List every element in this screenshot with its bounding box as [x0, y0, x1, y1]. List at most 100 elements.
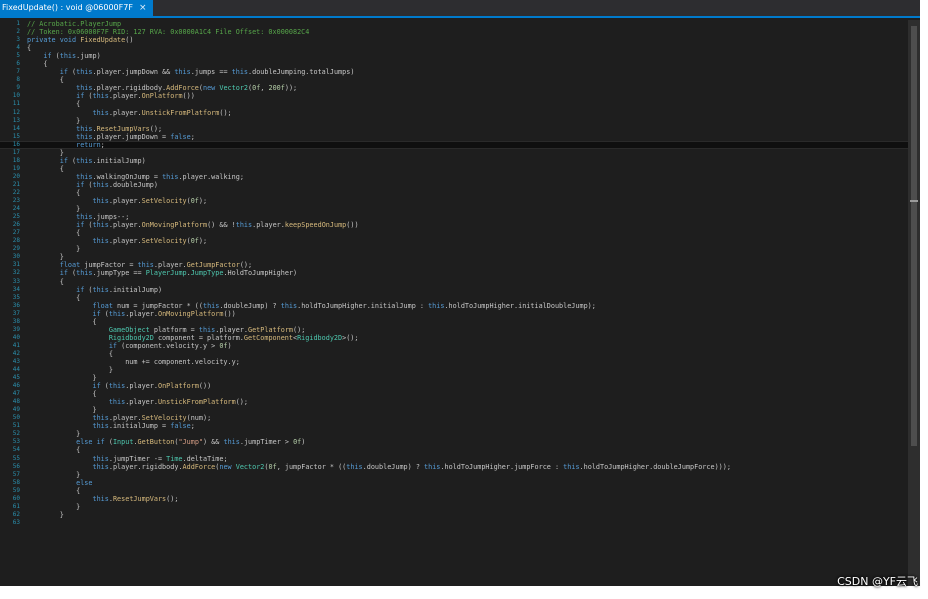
line-number: 19: [12, 164, 20, 172]
line-number: 2: [16, 28, 20, 36]
tab-fixedupdate[interactable]: FixedUpdate() : void @06000F7F ×: [0, 0, 153, 16]
line-number: 53: [12, 438, 20, 446]
code-line: 36 float num = jumpFactor * ((this.doubl…: [0, 302, 908, 310]
code-line: 14 this.ResetJumpVars();: [0, 125, 908, 133]
line-number: 40: [12, 333, 20, 341]
line-number: 29: [12, 245, 20, 253]
line-number: 13: [12, 116, 20, 124]
code-line: 26 if (this.player.OnMovingPlatform() &&…: [0, 221, 908, 229]
code-text: {: [27, 446, 81, 455]
code-text: this.player.rigidbody.AddForce(new Vecto…: [76, 84, 298, 93]
code-text: float jumpFactor = this.player.GetJumpFa…: [59, 261, 253, 270]
code-line: 30 }: [0, 253, 908, 261]
code-line: 13 }: [0, 117, 908, 125]
code-text: if (component.velocity.y > 0f): [108, 341, 232, 350]
code-text: {: [27, 486, 81, 495]
code-line: 60 this.ResetJumpVars();: [0, 495, 908, 503]
line-number: 50: [12, 414, 20, 422]
line-number: 14: [12, 124, 20, 132]
line-number: 28: [12, 237, 20, 245]
line-number: 23: [12, 197, 20, 205]
code-text: GameObject platform = this.player.GetPla…: [108, 325, 306, 334]
code-line: 49 }: [0, 406, 908, 414]
scrollbar-thumb[interactable]: [911, 26, 917, 446]
code-text: float num = jumpFactor * ((this.doubleJu…: [92, 301, 596, 310]
code-line: 58 else: [0, 479, 908, 487]
line-number: 47: [12, 390, 20, 398]
line-number: 51: [12, 422, 20, 430]
line-number: 57: [12, 470, 20, 478]
code-text: this.player.jumpDown = false;: [76, 132, 195, 141]
line-number: 10: [12, 92, 20, 100]
line-number: 18: [12, 156, 20, 164]
line-number: 46: [12, 382, 20, 390]
line-number: 45: [12, 374, 20, 382]
code-line: 59 {: [0, 487, 908, 495]
code-line: 38 {: [0, 318, 908, 326]
code-text: }: [27, 253, 64, 262]
code-line: 11 {: [0, 100, 908, 108]
line-number: 43: [12, 357, 20, 365]
line-number: 32: [12, 269, 20, 277]
code-line: 35 {: [0, 294, 908, 302]
code-text: // Token: 0x06000F7F RID: 127 RVA: 0x000…: [27, 28, 310, 37]
code-text: this.ResetJumpVars();: [76, 124, 163, 133]
code-line: 42 {: [0, 350, 908, 358]
code-line: 19 {: [0, 165, 908, 173]
code-line: 23 this.player.SetVelocity(0f);: [0, 197, 908, 205]
code-text: {: [27, 100, 81, 109]
code-line: 27 {: [0, 229, 908, 237]
code-line: 63: [0, 519, 908, 527]
code-line: 46 if (this.player.OnPlatform()): [0, 382, 908, 390]
line-number: 49: [12, 406, 20, 414]
line-number: 3: [16, 36, 20, 44]
code-line: 10 if (this.player.OnPlatform()): [0, 92, 908, 100]
line-number: 6: [16, 60, 20, 68]
code-line: 28 this.player.SetVelocity(0f);: [0, 237, 908, 245]
vertical-scrollbar[interactable]: [908, 20, 920, 586]
code-text: if (this.initialJump): [59, 156, 146, 165]
code-line: 4{: [0, 44, 908, 52]
code-text: }: [27, 366, 113, 375]
code-line: 29 }: [0, 245, 908, 253]
line-number: 34: [12, 285, 20, 293]
code-line: 34 if (this.initialJump): [0, 286, 908, 294]
code-line: 61 }: [0, 503, 908, 511]
code-text: }: [27, 430, 81, 439]
code-line: 39 GameObject platform = this.player.Get…: [0, 326, 908, 334]
line-number: 31: [12, 261, 20, 269]
line-number: 7: [16, 68, 20, 76]
code-line: 16 return;: [0, 140, 908, 149]
code-text: {: [27, 188, 81, 197]
code-line: 24 }: [0, 205, 908, 213]
line-number: 22: [12, 188, 20, 196]
code-text: this.walkingOnJump = this.player.walking…: [76, 172, 244, 181]
code-text: if (this.player.jumpDown && this.jumps =…: [59, 68, 355, 77]
document-tab-bar: FixedUpdate() : void @06000F7F ×: [0, 0, 920, 18]
close-icon[interactable]: ×: [139, 0, 147, 16]
line-number: 27: [12, 229, 20, 237]
code-line: 2 // Token: 0x06000F7F RID: 127 RVA: 0x00…: [0, 28, 908, 36]
code-line: 25 this.jumps--;: [0, 213, 908, 221]
code-text: {: [27, 164, 64, 173]
decompiler-window: FixedUpdate() : void @06000F7F × 1 // Acr…: [0, 0, 920, 586]
line-number: 9: [16, 84, 20, 92]
line-number: 62: [12, 510, 20, 518]
code-text: this.player.SetVelocity(0f);: [92, 237, 208, 246]
code-line: 17 }: [0, 149, 908, 157]
code-line: 54 {: [0, 446, 908, 454]
code-text: this.player.UnstickFromPlatform();: [92, 108, 232, 117]
code-text: }: [27, 245, 81, 254]
line-number: 4: [16, 44, 20, 52]
line-number: 55: [12, 454, 20, 462]
line-number: 36: [12, 301, 20, 309]
line-number: 16: [12, 140, 20, 148]
code-text: {: [27, 317, 97, 326]
line-number: 38: [12, 317, 20, 325]
line-number: 44: [12, 366, 20, 374]
line-number: 30: [12, 253, 20, 261]
code-editor[interactable]: 1 // Acrobatic.PlayerJump 2 // Token: 0x060…: [0, 20, 908, 586]
line-number: 8: [16, 76, 20, 84]
code-line: 48 this.player.UnstickFromPlatform();: [0, 398, 908, 406]
